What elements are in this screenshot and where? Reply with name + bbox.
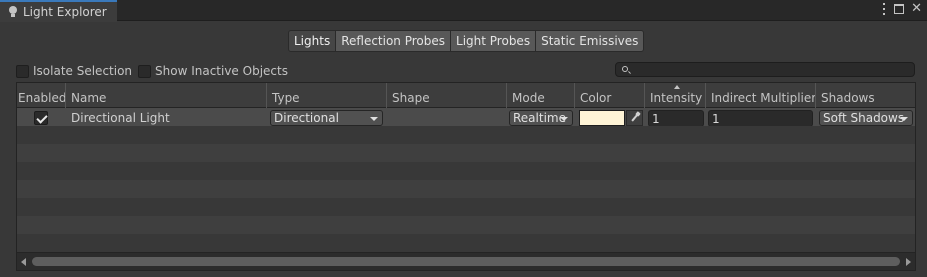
isolate-selection-checkbox[interactable] — [16, 64, 29, 78]
mode-dropdown[interactable]: Realtime — [509, 110, 573, 126]
table-body: Directional Light Directional Realtime 1… — [17, 108, 915, 252]
tab-lights[interactable]: Lights — [288, 30, 337, 52]
table-row[interactable]: Directional Light Directional Realtime 1… — [17, 108, 915, 127]
lights-table: Enabled Name Type Shape Mode Color Inten… — [16, 82, 916, 271]
scroll-left-icon[interactable] — [21, 258, 26, 266]
chevron-down-icon — [370, 117, 378, 121]
table-header: Enabled Name Type Shape Mode Color Inten… — [17, 83, 915, 108]
show-inactive-label: Show Inactive Objects — [155, 64, 288, 78]
category-toolbar: Lights Reflection Probes Light Probes St… — [288, 30, 645, 52]
isolate-selection-label: Isolate Selection — [33, 64, 133, 78]
show-inactive-checkbox[interactable] — [138, 64, 151, 78]
column-enabled[interactable]: Enabled — [17, 83, 66, 108]
enabled-checkbox[interactable] — [34, 111, 48, 125]
column-name[interactable]: Name — [66, 83, 267, 108]
close-icon[interactable]: ✕ — [911, 2, 922, 15]
empty-row — [17, 234, 915, 252]
eyedropper-icon[interactable] — [626, 110, 643, 126]
empty-row — [17, 180, 915, 198]
more-options-icon[interactable] — [881, 3, 887, 15]
shadows-dropdown[interactable]: Soft Shadows — [819, 110, 913, 126]
indirect-multiplier-field[interactable]: 1 — [708, 110, 813, 127]
scroll-right-icon[interactable] — [906, 258, 911, 266]
search-icon — [622, 66, 628, 72]
show-inactive-toggle[interactable]: Show Inactive Objects — [138, 64, 288, 78]
isolate-selection-toggle[interactable]: Isolate Selection — [16, 64, 132, 78]
column-mode[interactable]: Mode — [507, 83, 575, 108]
scrollbar-thumb[interactable] — [32, 257, 900, 266]
horizontal-scrollbar[interactable] — [17, 252, 915, 270]
mode-value: Realtime — [513, 111, 566, 125]
empty-row — [17, 162, 915, 180]
shadows-value: Soft Shadows — [823, 111, 905, 125]
chevron-down-icon — [560, 117, 568, 121]
empty-row — [17, 198, 915, 216]
window-tab[interactable]: Light Explorer — [0, 0, 117, 22]
column-shadows[interactable]: Shadows — [816, 83, 915, 108]
column-color[interactable]: Color — [575, 83, 645, 108]
intensity-field[interactable]: 1 — [648, 110, 704, 127]
type-dropdown[interactable]: Directional — [270, 110, 383, 126]
tab-reflection-probes[interactable]: Reflection Probes — [336, 30, 452, 52]
empty-row — [17, 216, 915, 234]
window-tab-bar: Light Explorer ✕ — [0, 0, 927, 22]
sort-ascending-icon — [674, 85, 680, 89]
maximize-icon[interactable] — [894, 4, 905, 14]
column-shape[interactable]: Shape — [387, 83, 507, 108]
color-swatch[interactable] — [579, 110, 625, 126]
type-value: Directional — [274, 111, 339, 125]
column-indirect-multiplier[interactable]: Indirect Multiplier — [706, 83, 816, 108]
empty-row — [17, 126, 915, 144]
light-name: Directional Light — [71, 111, 170, 125]
chevron-down-icon — [900, 117, 908, 121]
tab-static-emissives[interactable]: Static Emissives — [536, 30, 645, 52]
window-controls: ✕ — [881, 2, 922, 15]
empty-row — [17, 144, 915, 162]
tab-light-probes[interactable]: Light Probes — [451, 30, 537, 52]
column-type[interactable]: Type — [267, 83, 387, 108]
lightbulb-icon — [8, 6, 18, 18]
window-title: Light Explorer — [23, 5, 107, 19]
search-input[interactable] — [615, 62, 915, 77]
